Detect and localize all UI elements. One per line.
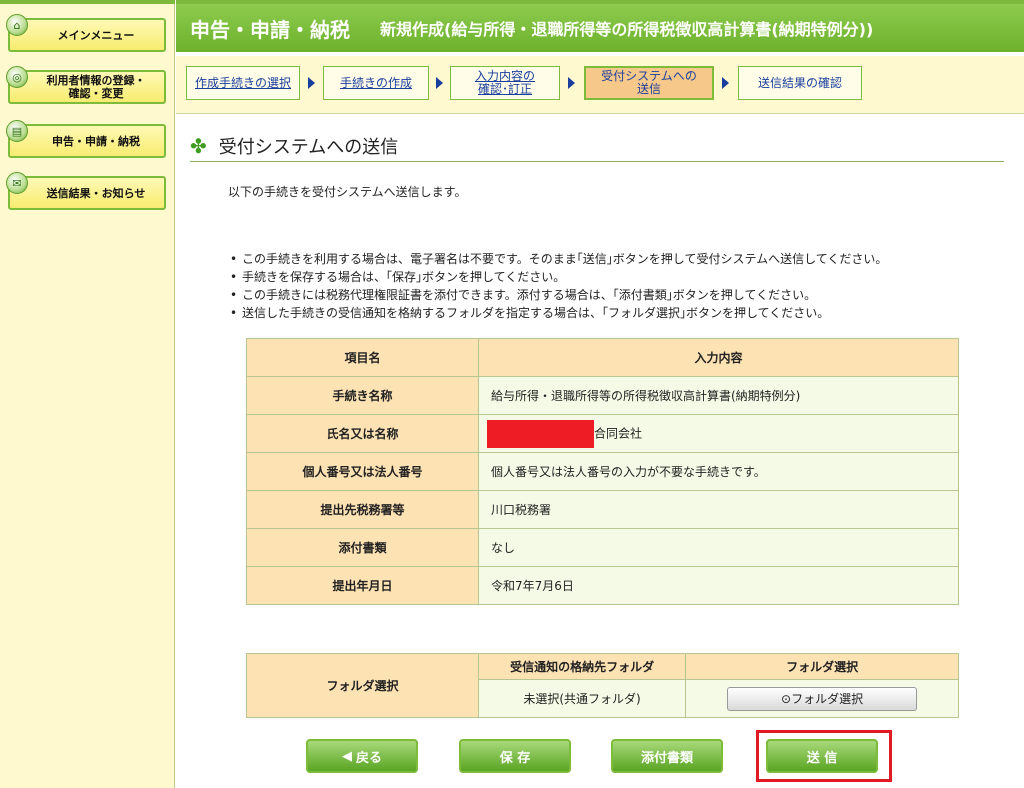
step-arrow-icon bbox=[436, 77, 443, 89]
back-button-label: 戻る bbox=[355, 750, 382, 766]
row-value-name: 合同会社 bbox=[478, 414, 959, 453]
row-value: なし bbox=[478, 528, 959, 567]
step-create-procedure[interactable]: 手続きの作成 bbox=[323, 66, 429, 100]
lead-text: 以下の手続きを受付システムへ送信します。 bbox=[228, 185, 467, 199]
folder-label: フォルダ選択 bbox=[246, 653, 479, 718]
folder-select-button-label: フォルダ選択 bbox=[791, 691, 864, 706]
back-button[interactable]: ◀ 戻る bbox=[306, 739, 418, 773]
header-item-name: 項目名 bbox=[246, 338, 479, 377]
clover-icon: ✤ bbox=[190, 133, 207, 158]
save-button[interactable]: 保 存 bbox=[459, 739, 571, 773]
row-value: 個人番号又は法人番号の入力が不要な手続きです。 bbox=[478, 452, 959, 491]
title-bar: 申告・申請・納税 新規作成(給与所得・退職所得等の所得税徴収高計算書(納期特例分… bbox=[176, 4, 1024, 52]
instruction-notes: この手続きを利用する場合は、電子署名は不要です。そのまま｢送信｣ボタンを押して受… bbox=[230, 250, 1010, 322]
folder-header-row: フォルダ選択 受信通知の格納先フォルダ フォルダ選択 bbox=[246, 653, 959, 718]
table-row: 氏名又は名称 合同会社 bbox=[246, 414, 959, 453]
nav-top-line bbox=[0, 0, 175, 4]
folder-current-value: 未選択(共通フォルダ) bbox=[477, 679, 687, 718]
note-item: 送信した手続きの受信通知を格納するフォルダを指定する場合は、｢フォルダ選択｣ボタ… bbox=[230, 304, 1010, 322]
row-value: 川口税務署 bbox=[478, 490, 959, 529]
row-label: 手続き名称 bbox=[246, 376, 479, 415]
table-row: 提出先税務署等 川口税務署 bbox=[246, 490, 959, 529]
nav-main-menu[interactable]: ⌂ メインメニュー bbox=[6, 14, 166, 52]
row-value: 令和7年7月6日 bbox=[478, 566, 959, 605]
folder-col-destination: 受信通知の格納先フォルダ bbox=[477, 653, 687, 680]
submission-info-table: 項目名 入力内容 手続き名称 給与所得・退職所得等の所得税徴収高計算書(納期特例… bbox=[246, 338, 959, 605]
play-circle-icon: ⊙ bbox=[781, 691, 792, 706]
back-arrow-icon: ◀ bbox=[341, 748, 352, 764]
row-label: 個人番号又は法人番号 bbox=[246, 452, 479, 491]
row-value: 給与所得・退職所得等の所得税徴収高計算書(納期特例分) bbox=[478, 376, 959, 415]
user-settings-icon: ◎ bbox=[6, 66, 28, 88]
nav-user-info-label: 利用者情報の登録・ 確認・変更 bbox=[46, 74, 146, 100]
attach-documents-button[interactable]: 添付書類 bbox=[611, 739, 723, 773]
step-send-current: 受付システムへの 送信 bbox=[584, 66, 714, 100]
row-label: 提出年月日 bbox=[246, 566, 479, 605]
mail-icon: ✉ bbox=[6, 172, 28, 194]
nav-results-notices[interactable]: ✉ 送信結果・お知らせ bbox=[6, 172, 166, 210]
content-heading: ✤ 受付システムへの送信 bbox=[190, 130, 1004, 162]
folder-col-select: フォルダ選択 bbox=[685, 653, 959, 680]
step-arrow-icon bbox=[722, 77, 729, 89]
company-suffix: 合同会社 bbox=[594, 426, 643, 440]
table-row: 添付書類 なし bbox=[246, 528, 959, 567]
folder-select-table: フォルダ選択 受信通知の格納先フォルダ フォルダ選択 未選択(共通フォルダ) ⊙… bbox=[246, 653, 959, 718]
heading-text: 受付システムへの送信 bbox=[218, 136, 399, 158]
step-confirm-results: 送信結果の確認 bbox=[738, 66, 862, 100]
table-header-row: 項目名 入力内容 bbox=[246, 338, 959, 377]
note-item: この手続きを利用する場合は、電子署名は不要です。そのまま｢送信｣ボタンを押して受… bbox=[230, 250, 1010, 268]
note-item: 手続きを保存する場合は、｢保存｣ボタンを押してください。 bbox=[230, 268, 1010, 286]
header-input-content: 入力内容 bbox=[478, 338, 959, 377]
note-item: この手続きには税務代理権限証書を添付できます。添付する場合は、｢添付書類｣ボタン… bbox=[230, 286, 1010, 304]
nav-declaration-label: 申告・申請・納税 bbox=[52, 134, 140, 148]
section-title: 申告・申請・納税 bbox=[190, 17, 350, 42]
step-navigation: 作成手続きの選択 手続きの作成 入力内容の 確認･訂正 受付システムへの 送信 … bbox=[176, 56, 1024, 114]
main-content: 申告・申請・納税 新規作成(給与所得・退職所得等の所得税徴収高計算書(納期特例分… bbox=[176, 0, 1024, 788]
page-title: 新規作成(給与所得・退職所得等の所得税徴収高計算書(納期特例分)) bbox=[380, 20, 874, 39]
table-row: 個人番号又は法人番号 個人番号又は法人番号の入力が不要な手続きです。 bbox=[246, 452, 959, 491]
step-select-procedure[interactable]: 作成手続きの選択 bbox=[186, 66, 300, 100]
table-row: 提出年月日 令和7年7月6日 bbox=[246, 566, 959, 605]
redaction-block bbox=[487, 419, 594, 448]
nav-results-label: 送信結果・お知らせ bbox=[46, 186, 146, 200]
row-label: 提出先税務署等 bbox=[246, 490, 479, 529]
row-label: 添付書類 bbox=[246, 528, 479, 567]
nav-user-info[interactable]: ◎ 利用者情報の登録・ 確認・変更 bbox=[6, 66, 166, 104]
folder-select-cell: ⊙フォルダ選択 bbox=[685, 679, 959, 718]
home-icon: ⌂ bbox=[6, 14, 28, 36]
step-confirm-input[interactable]: 入力内容の 確認･訂正 bbox=[450, 66, 560, 100]
nav-main-menu-label: メインメニュー bbox=[57, 28, 135, 42]
step-arrow-icon bbox=[308, 77, 315, 89]
document-icon: ▤ bbox=[6, 120, 28, 142]
left-navigation: ⌂ メインメニュー ◎ 利用者情報の登録・ 確認・変更 ▤ 申告・申請・納税 ✉… bbox=[0, 0, 175, 788]
folder-select-button[interactable]: ⊙フォルダ選択 bbox=[727, 686, 918, 711]
step-arrow-icon bbox=[568, 77, 575, 89]
send-button[interactable]: 送 信 bbox=[766, 739, 878, 773]
nav-declaration[interactable]: ▤ 申告・申請・納税 bbox=[6, 120, 166, 158]
table-row: 手続き名称 給与所得・退職所得等の所得税徴収高計算書(納期特例分) bbox=[246, 376, 959, 415]
row-label: 氏名又は名称 bbox=[246, 414, 479, 453]
